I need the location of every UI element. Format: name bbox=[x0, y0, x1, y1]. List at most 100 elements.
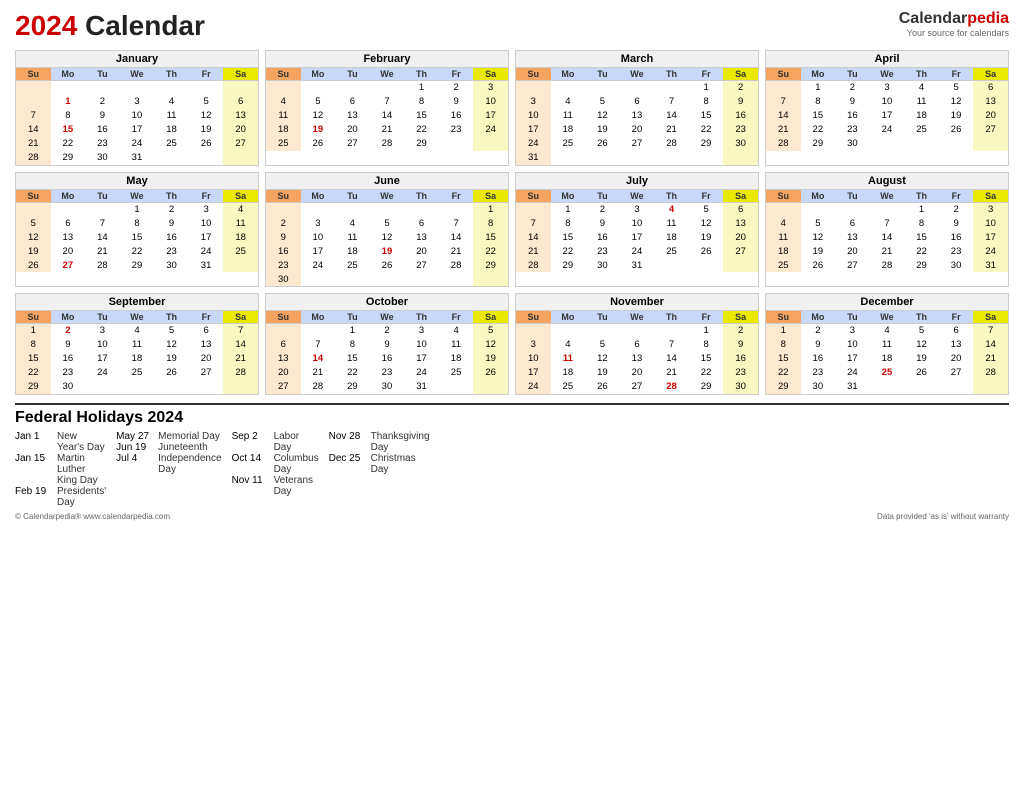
cal-day: 11 bbox=[335, 230, 370, 244]
cal-day: 27 bbox=[973, 123, 1008, 137]
cal-day: 12 bbox=[189, 109, 224, 123]
cal-day: 28 bbox=[223, 366, 258, 380]
cal-day bbox=[439, 202, 474, 216]
cal-day: 16 bbox=[835, 109, 870, 123]
cal-day: 14 bbox=[973, 338, 1008, 352]
cal-day: 4 bbox=[870, 324, 905, 338]
cal-day: 19 bbox=[301, 123, 336, 137]
month-table-february: SuMoTuWeThFrSa12345678910111213141516171… bbox=[266, 68, 508, 151]
footer-left: © Calendarpedia® www.calendarpedia.com bbox=[15, 512, 170, 521]
title-year: 2024 bbox=[15, 10, 85, 41]
cal-day bbox=[516, 81, 551, 95]
day-header-fr: Fr bbox=[939, 68, 974, 81]
cal-day: 26 bbox=[585, 380, 620, 394]
cal-day: 31 bbox=[120, 151, 155, 165]
month-august: AugustSuMoTuWeThFrSa12345678910111213141… bbox=[765, 172, 1009, 288]
day-header-th: Th bbox=[154, 190, 189, 203]
month-table-june: SuMoTuWeThFrSa12345678910111213141516171… bbox=[266, 190, 508, 287]
cal-day: 10 bbox=[120, 109, 155, 123]
cal-day: 16 bbox=[723, 109, 758, 123]
day-header-tu: Tu bbox=[85, 311, 120, 324]
cal-day: 11 bbox=[551, 109, 586, 123]
cal-day bbox=[689, 151, 724, 165]
cal-day: 8 bbox=[904, 216, 939, 230]
cal-day bbox=[439, 137, 474, 151]
cal-day: 5 bbox=[585, 95, 620, 109]
cal-day bbox=[85, 380, 120, 394]
cal-day bbox=[551, 81, 586, 95]
cal-day bbox=[654, 258, 689, 272]
cal-day: 28 bbox=[439, 258, 474, 272]
cal-day: 5 bbox=[473, 324, 508, 338]
month-table-may: SuMoTuWeThFrSa12345678910111213141516171… bbox=[16, 190, 258, 273]
cal-day: 3 bbox=[620, 202, 655, 216]
cal-day bbox=[120, 81, 155, 95]
cal-day: 14 bbox=[85, 230, 120, 244]
cal-day: 23 bbox=[723, 123, 758, 137]
cal-day: 26 bbox=[904, 366, 939, 380]
cal-day: 18 bbox=[154, 123, 189, 137]
cal-day: 5 bbox=[585, 338, 620, 352]
cal-day: 31 bbox=[189, 258, 224, 272]
day-header-sa: Sa bbox=[973, 68, 1008, 81]
day-header-su: Su bbox=[766, 68, 801, 81]
cal-day: 21 bbox=[223, 352, 258, 366]
day-header-su: Su bbox=[266, 190, 301, 203]
cal-day: 30 bbox=[835, 137, 870, 151]
cal-day: 11 bbox=[654, 216, 689, 230]
cal-day: 15 bbox=[801, 109, 836, 123]
day-header-sa: Sa bbox=[473, 68, 508, 81]
cal-day: 3 bbox=[120, 95, 155, 109]
cal-day: 14 bbox=[870, 230, 905, 244]
cal-day: 30 bbox=[801, 380, 836, 394]
cal-day bbox=[766, 202, 801, 216]
cal-day: 30 bbox=[723, 380, 758, 394]
cal-day bbox=[654, 151, 689, 165]
day-header-we: We bbox=[120, 190, 155, 203]
cal-day: 1 bbox=[801, 81, 836, 95]
cal-day: 24 bbox=[620, 244, 655, 258]
day-header-sa: Sa bbox=[973, 190, 1008, 203]
month-may: MaySuMoTuWeThFrSa12345678910111213141516… bbox=[15, 172, 259, 288]
cal-day: 30 bbox=[939, 258, 974, 272]
day-header-sa: Sa bbox=[473, 311, 508, 324]
cal-day bbox=[301, 324, 336, 338]
cal-day: 15 bbox=[51, 123, 86, 137]
cal-day: 8 bbox=[766, 338, 801, 352]
cal-day: 3 bbox=[516, 338, 551, 352]
cal-day bbox=[870, 137, 905, 151]
cal-day: 12 bbox=[801, 230, 836, 244]
cal-day bbox=[154, 380, 189, 394]
cal-day bbox=[585, 151, 620, 165]
cal-day: 16 bbox=[370, 352, 405, 366]
cal-day: 7 bbox=[766, 95, 801, 109]
cal-day: 7 bbox=[301, 338, 336, 352]
day-header-th: Th bbox=[404, 190, 439, 203]
cal-day: 22 bbox=[404, 123, 439, 137]
holiday-name: Presidents' Day bbox=[57, 486, 106, 508]
cal-day bbox=[223, 380, 258, 394]
brand-tagline: Your source for calendars bbox=[899, 28, 1009, 38]
cal-day: 12 bbox=[585, 352, 620, 366]
cal-day: 1 bbox=[404, 81, 439, 95]
cal-day: 19 bbox=[689, 230, 724, 244]
cal-day: 9 bbox=[370, 338, 405, 352]
holidays-section: Federal Holidays 2024 Jan 1New Year's Da… bbox=[15, 403, 1009, 508]
day-header-mo: Mo bbox=[551, 68, 586, 81]
cal-day: 3 bbox=[973, 202, 1008, 216]
cal-day: 15 bbox=[689, 109, 724, 123]
cal-day: 10 bbox=[835, 338, 870, 352]
cal-day: 4 bbox=[439, 324, 474, 338]
cal-day: 17 bbox=[870, 109, 905, 123]
holiday-name: Columbus Day bbox=[274, 453, 319, 475]
cal-day: 29 bbox=[904, 258, 939, 272]
cal-day bbox=[120, 380, 155, 394]
day-header-sa: Sa bbox=[723, 311, 758, 324]
cal-day: 7 bbox=[16, 109, 51, 123]
holiday-item: Oct 14Columbus Day bbox=[232, 453, 319, 475]
day-header-tu: Tu bbox=[835, 311, 870, 324]
month-title-december: December bbox=[766, 294, 1008, 311]
cal-day: 30 bbox=[85, 151, 120, 165]
cal-day: 12 bbox=[301, 109, 336, 123]
cal-day: 4 bbox=[654, 202, 689, 216]
